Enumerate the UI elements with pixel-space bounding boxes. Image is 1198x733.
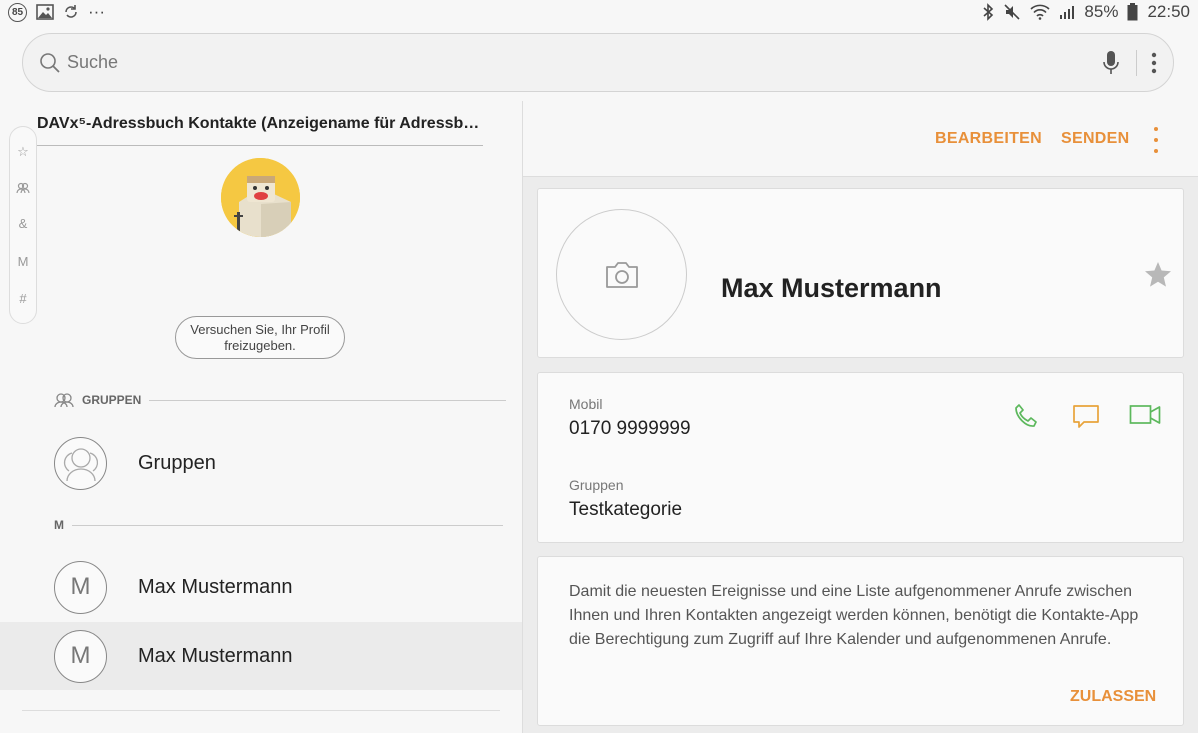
microphone-icon[interactable] xyxy=(1102,50,1120,76)
permission-message: Damit die neuesten Ereignisse und eine L… xyxy=(569,583,1139,648)
section-header-groups: GRUPPEN xyxy=(54,390,507,410)
image-icon xyxy=(36,4,54,20)
search-separator xyxy=(1136,49,1137,76)
clock: 22:50 xyxy=(1147,2,1190,21)
contact-avatar: M xyxy=(54,629,107,683)
search-input[interactable] xyxy=(67,52,1102,73)
contact-detail-name: Max Mustermann xyxy=(721,273,942,303)
section-groups-label: GRUPPEN xyxy=(82,393,142,407)
more-notifications-icon: ··· xyxy=(88,2,105,21)
camera-icon xyxy=(605,261,638,288)
detail-more-icon[interactable] xyxy=(1149,127,1163,153)
contact-header-card: Max Mustermann xyxy=(537,188,1184,358)
contact-name: Max Mustermann xyxy=(138,575,293,598)
section-m-divider xyxy=(72,524,503,526)
contact-info-card: Mobil 0170 9999999 Gruppen Testkategorie xyxy=(537,372,1184,543)
section-m-label: M xyxy=(54,518,64,532)
index-hash[interactable]: # xyxy=(19,291,26,306)
signal-icon xyxy=(1060,6,1075,19)
profile-avatar[interactable] xyxy=(221,158,300,237)
mute-icon xyxy=(1004,4,1020,20)
section-header-m: M xyxy=(54,515,503,535)
account-title: DAVx⁵-Adressbuch Kontakte (Anzeigename f… xyxy=(37,115,483,146)
contact-name: Max Mustermann xyxy=(138,644,293,667)
more-options-icon[interactable] xyxy=(1151,51,1157,75)
groups-row[interactable]: Gruppen xyxy=(0,429,522,497)
contact-photo[interactable] xyxy=(556,209,687,340)
search-bar[interactable] xyxy=(22,33,1174,92)
edit-button[interactable]: BEARBEITEN xyxy=(935,130,1042,148)
list-bottom-divider xyxy=(22,710,500,711)
favorite-star-icon[interactable] xyxy=(1144,261,1172,288)
share-profile-button[interactable]: Versuchen Sie, Ihr Profil freizugeben. xyxy=(175,316,345,359)
groups-section-icon xyxy=(54,393,74,408)
groups-row-label: Gruppen xyxy=(138,451,216,474)
wifi-icon xyxy=(1030,4,1050,20)
index-favorites[interactable]: ☆ xyxy=(17,144,29,160)
contacts-list-pane: ☆ & M # DAVx⁵-Adressbuch Kontakte (Anzei… xyxy=(0,101,522,733)
battery-icon xyxy=(1127,3,1138,21)
contact-row[interactable]: M Max Mustermann xyxy=(0,553,522,621)
groups-label: Gruppen xyxy=(569,477,624,493)
contact-detail-pane: BEARBEITEN SENDEN Max Mustermann Mobil 0… xyxy=(523,101,1198,733)
allow-button[interactable]: ZULASSEN xyxy=(1070,688,1156,706)
send-button[interactable]: SENDEN xyxy=(1061,130,1129,148)
contact-avatar: M xyxy=(54,560,107,614)
index-groups-icon[interactable] xyxy=(16,182,30,194)
phone-value[interactable]: 0170 9999999 xyxy=(569,418,691,440)
sync-icon xyxy=(65,5,77,18)
notification-count-badge: 85 xyxy=(8,2,27,22)
battery-percent: 85% xyxy=(1084,2,1119,21)
index-scroller[interactable]: ☆ & M # xyxy=(9,126,37,324)
video-call-icon[interactable] xyxy=(1129,403,1161,427)
phone-call-icon[interactable] xyxy=(1013,403,1039,429)
status-bar: 85 ··· 85% 22:50 xyxy=(0,0,1198,24)
index-m[interactable]: M xyxy=(18,254,29,269)
phone-label: Mobil xyxy=(569,396,603,412)
bluetooth-icon xyxy=(983,3,994,21)
section-groups-divider xyxy=(149,399,507,401)
search-icon xyxy=(40,52,60,73)
contact-row-selected[interactable]: M Max Mustermann xyxy=(0,622,522,690)
groups-avatar xyxy=(54,436,107,490)
profile-illustration-icon xyxy=(221,158,300,237)
groups-value: Testkategorie xyxy=(569,499,683,520)
detail-toolbar: BEARBEITEN SENDEN xyxy=(523,101,1198,177)
index-ampersand[interactable]: & xyxy=(19,216,28,231)
group-people-icon xyxy=(63,448,98,482)
permission-card: Damit die neuesten Ereignisse und eine L… xyxy=(537,556,1184,726)
message-icon[interactable] xyxy=(1072,403,1100,431)
